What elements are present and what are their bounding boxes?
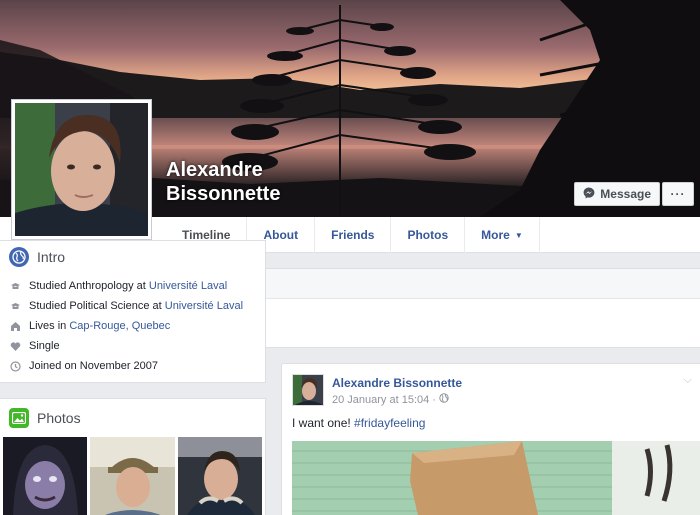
post-text-body: I want one! xyxy=(292,416,355,430)
photos-card: Photos xyxy=(0,398,266,515)
heart-icon xyxy=(9,340,21,352)
intro-item-joined: Joined on November 2007 xyxy=(9,356,265,376)
more-options-button[interactable]: ··· xyxy=(662,182,694,206)
meta-separator: · xyxy=(432,393,436,406)
photo-thumbnail[interactable] xyxy=(3,437,88,515)
composer-area xyxy=(266,268,700,348)
intro-item-text: Studied Anthropology at Université Laval xyxy=(29,280,227,292)
profile-name[interactable]: Alexandre Bissonnette xyxy=(166,158,280,206)
post-image[interactable] xyxy=(292,441,700,515)
tab-label: Photos xyxy=(407,228,449,242)
photos-title: Photos xyxy=(37,410,81,426)
composer-bar xyxy=(266,269,700,299)
intro-card: Intro Studied Anthropology at Université… xyxy=(0,240,266,383)
intro-item-education-1: Studied Anthropology at Université Laval xyxy=(9,276,265,296)
intro-item-text: Studied Political Science at Université … xyxy=(29,300,243,312)
photo-thumbnail[interactable] xyxy=(177,437,262,515)
tab-friends[interactable]: Friends xyxy=(315,217,392,253)
photos-header[interactable]: Photos xyxy=(0,399,265,437)
caret-down-icon: ▼ xyxy=(514,230,523,240)
post-header: Alexandre Bissonnette 20 January at 15:0… xyxy=(282,364,700,406)
profile-picture-image xyxy=(15,103,148,236)
intro-title: Intro xyxy=(37,249,66,265)
post-header-text: Alexandre Bissonnette 20 January at 15:0… xyxy=(332,374,462,406)
tab-photos[interactable]: Photos xyxy=(391,217,466,253)
intro-item-lives-in: Lives in Cap-Rouge, Quebec xyxy=(9,316,265,336)
post-timestamp[interactable]: 20 January at 15:04 xyxy=(332,394,429,406)
intro-item-education-2: Studied Political Science at Université … xyxy=(9,296,265,316)
intro-item-prefix: Lives in xyxy=(29,320,70,332)
intro-list: Studied Anthropology at Université Laval… xyxy=(0,273,265,376)
intro-header: Intro xyxy=(0,241,265,273)
post-meta: 20 January at 15:04 · xyxy=(332,393,462,406)
tab-label: Friends xyxy=(331,228,375,242)
message-button[interactable]: Message xyxy=(574,182,660,206)
intro-item-text: Lives in Cap-Rouge, Quebec xyxy=(29,320,170,332)
post-text: I want one! #fridayfeeling xyxy=(282,406,700,430)
timeline-post: Alexandre Bissonnette 20 January at 15:0… xyxy=(281,363,700,515)
hashtag-link[interactable]: #fridayfeeling xyxy=(354,416,425,430)
photo-thumbnail[interactable] xyxy=(90,437,175,515)
profile-picture[interactable] xyxy=(11,99,152,240)
tab-label: More xyxy=(481,228,510,242)
relationship-text: Single xyxy=(29,340,60,352)
graduation-cap-icon xyxy=(9,300,21,312)
city-link[interactable]: Cap-Rouge, Quebec xyxy=(69,320,170,332)
school-link[interactable]: Université Laval xyxy=(149,280,227,292)
joined-text: Joined on November 2007 xyxy=(29,360,159,372)
intro-item-prefix: Studied Political Science at xyxy=(29,300,165,312)
public-globe-icon[interactable] xyxy=(439,393,449,406)
cover-actions: Message ··· xyxy=(574,182,694,206)
messenger-icon xyxy=(583,187,595,202)
tab-more[interactable]: More ▼ xyxy=(465,217,540,253)
profile-last-name: Bissonnette xyxy=(166,183,281,205)
intro-item-prefix: Studied Anthropology at xyxy=(29,280,149,292)
post-author-avatar[interactable] xyxy=(292,374,324,406)
profile-first-name: Alexandre xyxy=(166,159,263,181)
post-options-chevron-icon[interactable]: ⌵ xyxy=(684,374,692,387)
graduation-cap-icon xyxy=(9,280,21,292)
photos-icon xyxy=(9,408,29,428)
post-author-name[interactable]: Alexandre Bissonnette xyxy=(332,376,462,390)
photos-grid xyxy=(0,437,265,515)
clock-icon xyxy=(9,360,21,372)
home-icon xyxy=(9,320,21,332)
school-link[interactable]: Université Laval xyxy=(165,300,243,312)
globe-icon xyxy=(9,247,29,267)
tab-label: About xyxy=(263,228,299,242)
message-button-label: Message xyxy=(600,187,651,201)
intro-item-relationship: Single xyxy=(9,336,265,356)
